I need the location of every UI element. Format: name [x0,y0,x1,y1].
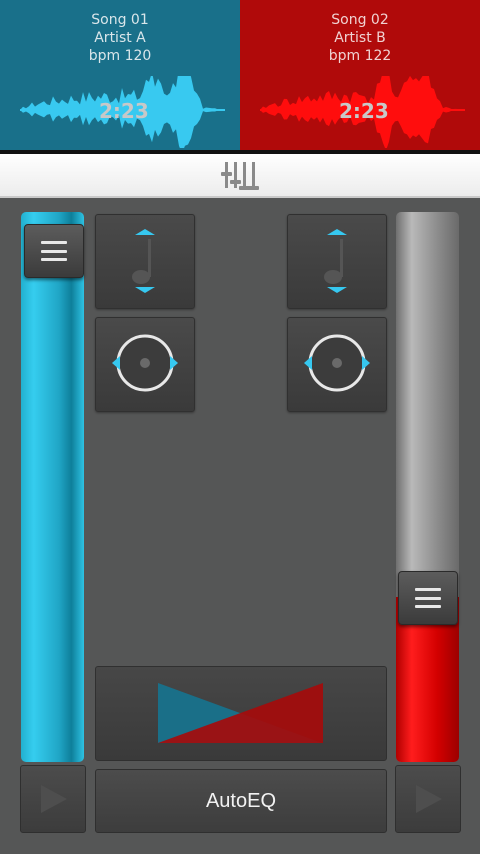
deck-a-artist: Artist A [94,30,146,46]
deck-a-bpm: bpm 120 [88,48,152,64]
deck-b-header[interactable]: Song 02 Artist B bpm 122 2:23 [240,0,480,150]
autoeq-button[interactable]: AutoEQ [95,769,387,833]
deck-b-pitch-button[interactable] [287,214,387,309]
music-note-icon [132,229,155,293]
deck-b-artist: Artist B [334,30,386,46]
deck-b-time: 2:23 [339,99,389,123]
mixer-sliders-icon[interactable] [220,158,260,194]
deck-b-info: Song 02 Artist B bpm 122 [240,11,480,65]
deck-a-time: 2:23 [99,99,149,123]
deck-a-play-button[interactable] [20,765,86,833]
grip-lines-icon [41,241,67,261]
deck-b-volume-fader[interactable] [396,212,459,762]
deck-b-play-button[interactable] [395,765,461,833]
deck-a-song: Song 01 [91,12,149,28]
crossfade-triangles-icon [158,683,323,743]
deck-b-fader-handle[interactable] [398,571,458,625]
deck-a-info: Song 01 Artist A bpm 120 [0,11,240,65]
deck-a-pitch-button[interactable] [95,214,195,309]
deck-b-bpm: bpm 122 [328,48,392,64]
deck-b-song: Song 02 [331,12,389,28]
grip-lines-icon [415,588,441,608]
record-disc-icon [304,334,370,392]
deck-a-fader-handle[interactable] [24,224,84,278]
crossfader-button[interactable] [95,666,387,761]
deck-a-sync-button[interactable] [95,317,195,412]
deck-a-volume-fader[interactable] [21,212,84,762]
play-icon [41,785,67,813]
deck-a-header[interactable]: Song 01 Artist A bpm 120 2:23 [0,0,240,150]
toolbar [0,154,480,198]
record-disc-icon [112,334,178,392]
music-note-icon [324,229,347,293]
play-icon [416,785,442,813]
deck-b-sync-button[interactable] [287,317,387,412]
